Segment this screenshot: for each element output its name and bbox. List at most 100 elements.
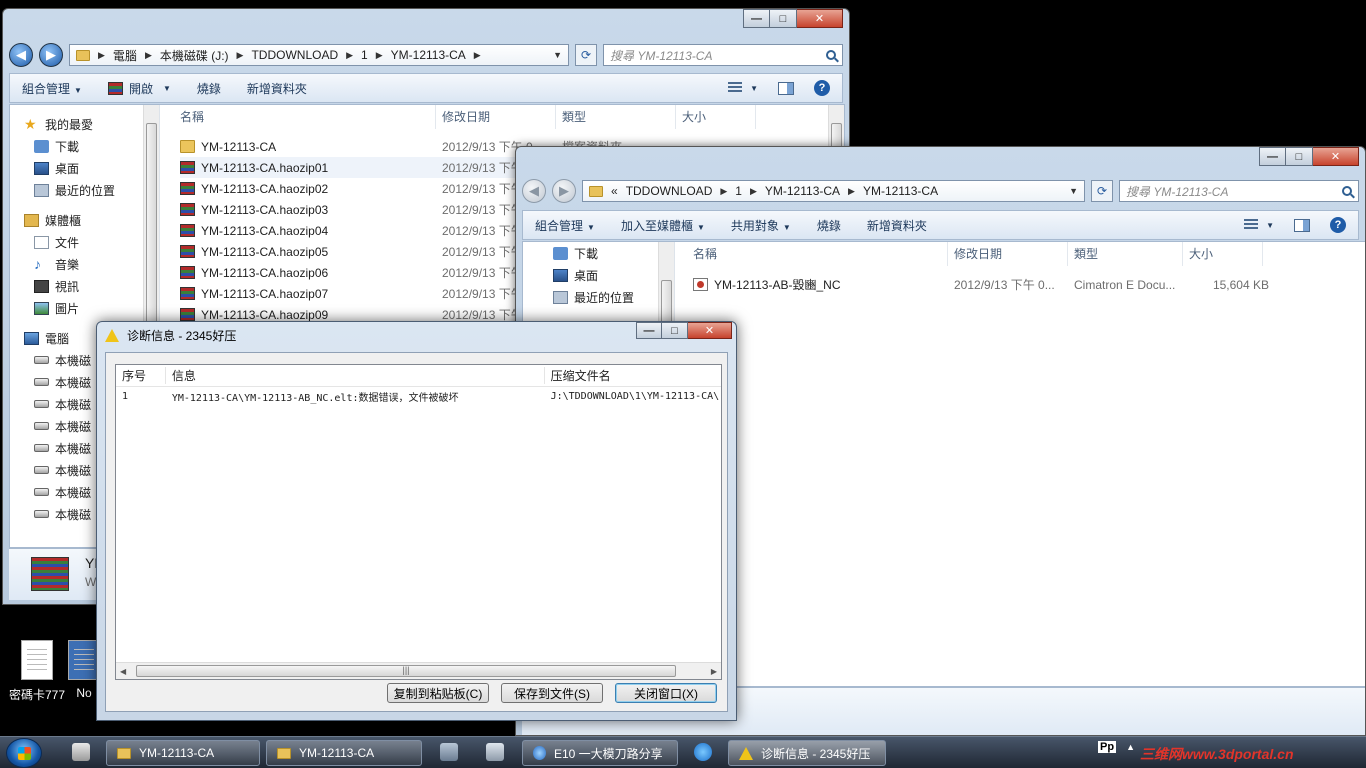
nav-documents[interactable]: 文件 [24, 231, 139, 253]
copy-to-clipboard-button[interactable]: 复制到粘贴板(C) [387, 683, 489, 703]
nav-videos[interactable]: 視訊 [24, 275, 139, 297]
share-with-menu[interactable]: 共用對象 ▼ [731, 217, 791, 234]
breadcrumb-overflow[interactable]: « [611, 184, 618, 198]
internet-explorer-icon[interactable] [694, 743, 712, 761]
breadcrumb-item[interactable]: 本機磁碟 (J:) [160, 47, 229, 64]
desktop-icon-password-card[interactable]: 密碼卡777 [0, 640, 74, 703]
media-player-icon[interactable] [72, 743, 90, 761]
column-type[interactable]: 類型 [1068, 242, 1183, 266]
search-input[interactable]: 搜尋 YM-12113-CA [1119, 180, 1359, 202]
horizontal-scrollbar[interactable]: ◀ ||| ▶ [116, 662, 721, 679]
maximize-button[interactable]: □ [662, 322, 688, 339]
column-index[interactable]: 序号 [116, 367, 166, 384]
star-icon: ★ [24, 115, 37, 132]
scroll-thumb[interactable]: ||| [136, 665, 676, 677]
organize-menu[interactable]: 組合管理 ▼ [535, 217, 595, 234]
breadcrumb-item[interactable]: TDDOWNLOAD [251, 48, 338, 62]
taskbar-browser[interactable]: E10 一大模刀路分享 ... [522, 740, 678, 766]
preview-pane-icon[interactable] [1294, 218, 1310, 232]
burn-button[interactable]: 燒錄 [197, 80, 221, 97]
close-button[interactable]: ✕ [688, 322, 732, 339]
diagnostic-list[interactable]: 序号 信息 压缩文件名 1 YM-12113-CA\YM-12113-AB_NC… [115, 364, 722, 680]
organize-menu[interactable]: 組合管理 ▼ [22, 80, 82, 97]
nav-favorites[interactable]: ★ 我的最愛 [24, 113, 139, 135]
new-folder-button[interactable]: 新增資料夾 [867, 217, 927, 234]
forward-button[interactable]: ▶ [552, 179, 576, 203]
scroll-right-icon[interactable]: ▶ [711, 667, 717, 676]
breadcrumb-item[interactable]: 電腦 [113, 47, 137, 64]
taskbar-explorer-1[interactable]: YM-12113-CA [106, 740, 260, 766]
file-row[interactable]: YM-12113-CA.haozip07 2012/9/13 下午 0... [180, 283, 562, 304]
ime-icon[interactable]: Pp [1098, 741, 1117, 753]
view-options-button[interactable]: ▼ [728, 82, 758, 94]
column-modified[interactable]: 修改日期 [948, 242, 1068, 266]
scroll-left-icon[interactable]: ◀ [120, 667, 126, 676]
save-to-file-button[interactable]: 保存到文件(S) [501, 683, 603, 703]
breadcrumb-item[interactable]: YM-12113-CA [391, 48, 466, 62]
column-size[interactable]: 大小 [676, 105, 756, 129]
search-input[interactable]: 搜尋 YM-12113-CA [603, 44, 843, 66]
file-row[interactable]: YM-12113-AB-毀豳_NC 2012/9/13 下午 0... Cima… [693, 274, 1269, 295]
maximize-button[interactable]: □ [770, 9, 797, 28]
file-row[interactable]: YM-12113-CA.haozip02 2012/9/13 下午 0... [180, 178, 562, 199]
file-row[interactable]: YM-12113-CA.haozip05 2012/9/13 下午 0... [180, 241, 562, 262]
nav-music[interactable]: ♪ 音樂 [24, 253, 139, 275]
refresh-button[interactable]: ⟳ [1091, 180, 1113, 202]
column-archive[interactable]: 压缩文件名 [545, 367, 721, 384]
nav-pictures[interactable]: 圖片 [24, 297, 139, 319]
keyboard-icon[interactable] [440, 743, 458, 761]
column-name[interactable]: 名稱 [687, 242, 948, 266]
breadcrumb-item[interactable]: YM-12113-CA [863, 184, 938, 198]
column-info[interactable]: 信息 [166, 367, 545, 384]
calculator-icon[interactable] [486, 743, 504, 761]
nav-recent-places[interactable]: 最近的位置 [553, 286, 654, 308]
start-button[interactable] [6, 738, 42, 768]
column-modified[interactable]: 修改日期 [436, 105, 556, 129]
forward-button[interactable]: ▶ [39, 43, 63, 67]
view-options-button[interactable]: ▼ [1244, 219, 1274, 231]
file-row[interactable]: YM-12113-CA.haozip04 2012/9/13 下午 0... [180, 220, 562, 241]
nav-downloads[interactable]: 下載 [24, 135, 139, 157]
minimize-button[interactable]: — [1259, 147, 1286, 166]
back-button[interactable]: ◀ [522, 179, 546, 203]
help-icon[interactable]: ? [1330, 217, 1346, 233]
documents-icon [34, 235, 49, 249]
taskbar-explorer-2[interactable]: YM-12113-CA [266, 740, 422, 766]
address-bar[interactable]: « TDDOWNLOAD ▶ 1 ▶ YM-12113-CA ▶ YM-1211… [582, 180, 1085, 202]
new-folder-button[interactable]: 新增資料夾 [247, 80, 307, 97]
column-name[interactable]: 名稱 [174, 105, 436, 129]
refresh-button[interactable]: ⟳ [575, 44, 597, 66]
breadcrumb-item[interactable]: TDDOWNLOAD [626, 184, 713, 198]
close-window-button[interactable]: 关闭窗口(X) [615, 683, 717, 703]
maximize-button[interactable]: □ [1286, 147, 1313, 166]
add-to-library-menu[interactable]: 加入至媒體櫃 ▼ [621, 217, 705, 234]
address-dropdown-icon[interactable]: ▼ [553, 50, 562, 60]
show-hidden-icons[interactable]: ▲ [1126, 742, 1135, 752]
close-button[interactable]: ✕ [797, 9, 843, 28]
breadcrumb-item[interactable]: 1 [361, 48, 368, 62]
file-row[interactable]: YM-12113-CA.haozip03 2012/9/13 下午 0... [180, 199, 562, 220]
list-item[interactable]: 1 YM-12113-CA\YM-12113-AB_NC.elt:数据错误，文件… [116, 387, 721, 405]
nav-downloads[interactable]: 下載 [553, 242, 654, 264]
drive-icon [34, 400, 49, 408]
nav-libraries[interactable]: 媒體櫃 [24, 209, 139, 231]
column-type[interactable]: 類型 [556, 105, 676, 129]
address-bar[interactable]: ▶ 電腦 ▶ 本機磁碟 (J:) ▶ TDDOWNLOAD ▶ 1 ▶ YM-1… [69, 44, 569, 66]
minimize-button[interactable]: — [636, 322, 662, 339]
minimize-button[interactable]: — [743, 9, 770, 28]
close-button[interactable]: ✕ [1313, 147, 1359, 166]
address-dropdown-icon[interactable]: ▼ [1069, 186, 1078, 196]
help-icon[interactable]: ? [814, 80, 830, 96]
back-button[interactable]: ◀ [9, 43, 33, 67]
breadcrumb-item[interactable]: YM-12113-CA [765, 184, 840, 198]
burn-button[interactable]: 燒錄 [817, 217, 841, 234]
breadcrumb-item[interactable]: 1 [735, 184, 742, 198]
file-row[interactable]: YM-12113-CA.haozip06 2012/9/13 下午 0... [180, 262, 562, 283]
taskbar-diagnostic-dialog[interactable]: 诊断信息 - 2345好压 [728, 740, 886, 766]
nav-desktop[interactable]: 桌面 [553, 264, 654, 286]
open-menu[interactable]: 開啟 ▼ [107, 80, 171, 97]
nav-recent-places[interactable]: 最近的位置 [24, 179, 139, 201]
column-size[interactable]: 大小 [1183, 242, 1263, 266]
nav-desktop[interactable]: 桌面 [24, 157, 139, 179]
preview-pane-icon[interactable] [778, 81, 794, 95]
